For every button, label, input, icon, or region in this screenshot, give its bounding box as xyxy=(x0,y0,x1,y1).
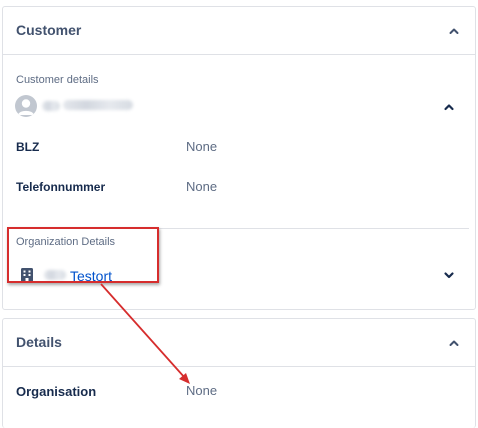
customer-details-label: Customer details xyxy=(16,74,99,86)
field-value-blz: None xyxy=(186,139,218,154)
chevron-down-icon[interactable] xyxy=(441,267,457,283)
field-label-blz: BLZ xyxy=(16,140,40,154)
details-panel-header[interactable]: Details xyxy=(3,319,475,367)
customer-name-redacted xyxy=(63,100,133,110)
details-panel-title: Details xyxy=(16,334,62,350)
field-label-telefonnummer: Telefonnummer xyxy=(16,180,106,194)
chevron-up-icon[interactable] xyxy=(446,23,462,39)
chevron-up-icon[interactable] xyxy=(446,335,462,351)
customer-name-redacted xyxy=(42,101,60,111)
field-label-organisation: Organisation xyxy=(16,384,97,399)
chevron-up-icon[interactable] xyxy=(441,99,457,115)
annotation-highlight-box xyxy=(7,227,159,283)
details-panel: Details Organisation None xyxy=(2,318,476,428)
customer-panel-title: Customer xyxy=(16,22,82,38)
field-value-telefonnummer: None xyxy=(186,179,218,194)
field-value-organisation: None xyxy=(186,383,218,398)
user-avatar-icon xyxy=(15,95,37,117)
customer-panel-header[interactable]: Customer xyxy=(3,7,475,55)
